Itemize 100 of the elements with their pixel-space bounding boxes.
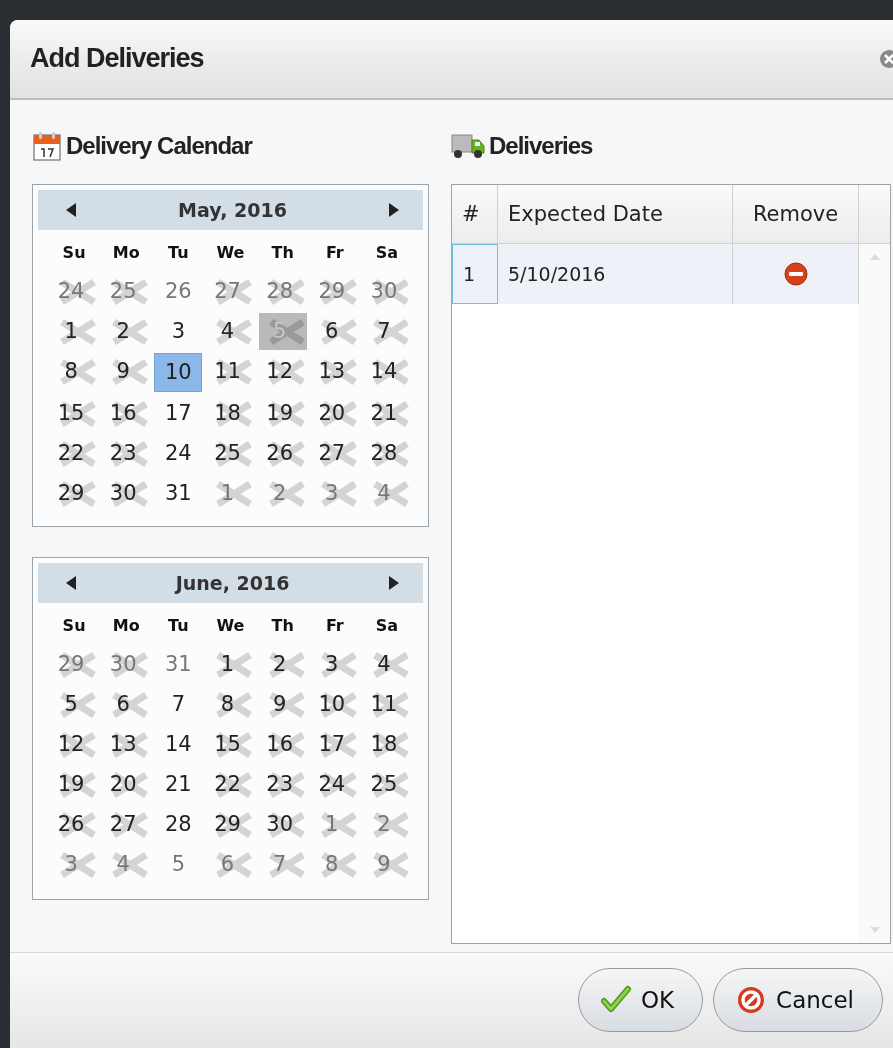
ok-button[interactable]: OK [577, 968, 704, 1033]
day-cell: 27 [310, 434, 359, 472]
weekday-label: Sa [374, 614, 400, 637]
day-cell: 27 [102, 805, 151, 843]
close-icon[interactable] [879, 48, 893, 69]
day-cell[interactable]: 28 [154, 805, 203, 843]
day-cell[interactable]: 17 [154, 394, 203, 432]
day-cell[interactable]: 7 [154, 685, 203, 723]
weekday-label: Su [61, 614, 87, 637]
day-cell: 26 [258, 434, 307, 472]
day-cell[interactable]: 10 [154, 352, 203, 392]
day-cell: 3 [310, 645, 359, 683]
truck-icon [451, 131, 485, 160]
day-cell: 6 [310, 312, 359, 350]
day-cell: 16 [258, 725, 307, 763]
day-cell: 8 [310, 845, 359, 883]
day-cell: 2 [258, 645, 307, 683]
day-cell: 26 [50, 805, 99, 843]
day-cell[interactable]: 14 [154, 725, 203, 763]
column-header[interactable]: Remove [733, 184, 859, 243]
day-cell: 24 [310, 765, 359, 803]
day-cell: 7 [362, 312, 411, 350]
day-cell: 14 [362, 352, 411, 390]
weekday-label: Mo [111, 614, 141, 637]
weekday-label: Th [270, 241, 295, 264]
day-cell: 18 [206, 394, 255, 432]
day-cell: 13 [102, 725, 151, 763]
day-cell: 22 [206, 765, 255, 803]
day-cell: 29 [50, 474, 99, 512]
day-cell: 4 [206, 312, 255, 350]
day-cell: 20 [310, 394, 359, 432]
remove-icon[interactable] [783, 261, 808, 286]
day-cell: 23 [258, 765, 307, 803]
table-row[interactable]: 1 5/10/2016 [452, 243, 859, 304]
previous-month-arrow-icon[interactable] [66, 202, 76, 217]
weekday-label: Fr [324, 241, 345, 264]
weekday-label: We [215, 614, 246, 637]
day-cell: 8 [206, 685, 255, 723]
day-cell: 20 [102, 765, 151, 803]
day-cell[interactable]: 21 [154, 765, 203, 803]
day-cell: 29 [206, 805, 255, 843]
section-title: Delivery Calendar [66, 131, 252, 160]
previous-month-arrow-icon[interactable] [66, 575, 76, 590]
table-cell: 5/10/2016 [498, 243, 733, 304]
weekday-label: Th [270, 614, 295, 637]
day-cell: 11 [362, 685, 411, 723]
day-cell: 2 [362, 805, 411, 843]
day-cell: 17 [310, 725, 359, 763]
day-cell[interactable]: 31 [154, 474, 203, 512]
day-cell: 28 [362, 434, 411, 472]
day-cell: 3 [50, 845, 99, 883]
weekday-label: Su [61, 241, 87, 264]
day-cell: 4 [102, 845, 151, 883]
day-cell: 30 [102, 645, 151, 683]
weekday-label: Tu [167, 614, 190, 637]
day-cell: 16 [102, 394, 151, 432]
day-cell: 22 [50, 434, 99, 472]
day-cell: 13 [310, 352, 359, 390]
day-cell: 7 [258, 845, 307, 883]
day-cell: 10 [310, 685, 359, 723]
cancel-button[interactable]: Cancel [713, 968, 883, 1033]
day-cell[interactable]: 31 [154, 645, 203, 683]
day-cell[interactable]: 24 [154, 434, 203, 472]
day-cell: 12 [50, 725, 99, 763]
day-cell: 30 [362, 272, 411, 310]
prohibited-icon [736, 985, 767, 1016]
day-cell: 3 [310, 474, 359, 512]
weekday-label: Fr [324, 614, 345, 637]
window-title: Add Deliveries [30, 43, 204, 75]
weekday-label: Sa [374, 241, 400, 264]
day-cell[interactable]: 5 [154, 845, 203, 883]
next-month-arrow-icon[interactable] [389, 202, 399, 217]
day-cell: 12 [258, 352, 307, 390]
weekday-label: Mo [111, 241, 141, 264]
section-title: Deliveries [489, 131, 593, 160]
day-cell: 18 [362, 725, 411, 763]
day-cell: 1 [50, 312, 99, 350]
day-cell: 25 [102, 272, 151, 310]
day-cell: 9 [102, 352, 151, 390]
next-month-arrow-icon[interactable] [389, 575, 399, 590]
day-cell: 30 [258, 805, 307, 843]
day-cell[interactable]: 26 [154, 272, 203, 310]
day-cell: 28 [258, 272, 307, 310]
day-cell: 27 [206, 272, 255, 310]
day-cell[interactable]: 3 [154, 312, 203, 350]
day-cell: 1 [206, 645, 255, 683]
day-cell: 6 [206, 845, 255, 883]
day-cell: 4 [362, 474, 411, 512]
day-cell: 29 [50, 645, 99, 683]
calendar-icon [32, 130, 62, 161]
day-cell: 1 [206, 474, 255, 512]
day-cell: 21 [362, 394, 411, 432]
column-header[interactable]: Expected Date [498, 184, 733, 243]
day-cell: 15 [50, 394, 99, 432]
day-cell: 9 [258, 685, 307, 723]
month-title: May, 2016 [178, 198, 287, 221]
day-cell: 6 [102, 685, 151, 723]
column-header[interactable]: # [452, 184, 498, 243]
day-cell: 25 [206, 434, 255, 472]
day-cell: 2 [258, 474, 307, 512]
